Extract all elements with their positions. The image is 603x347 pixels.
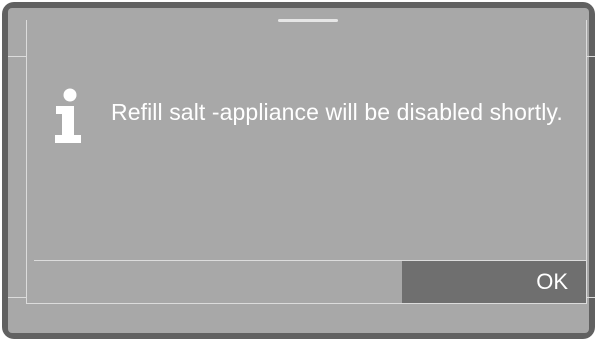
edge-tick-right-top: [587, 56, 595, 57]
ok-button[interactable]: OK: [402, 261, 586, 303]
edge-tick-right-bottom: [587, 297, 595, 298]
edge-tick-left-bottom: [8, 297, 26, 298]
dialog-message: Refill salt -appliance will be disabled …: [111, 99, 563, 125]
top-indicator: [278, 19, 338, 22]
dialog-border-bottom: [26, 303, 587, 304]
dialog-border-right: [586, 20, 587, 303]
info-icon: [55, 88, 81, 143]
edge-tick-left-top: [8, 56, 26, 57]
dialog-border-left: [26, 20, 27, 303]
